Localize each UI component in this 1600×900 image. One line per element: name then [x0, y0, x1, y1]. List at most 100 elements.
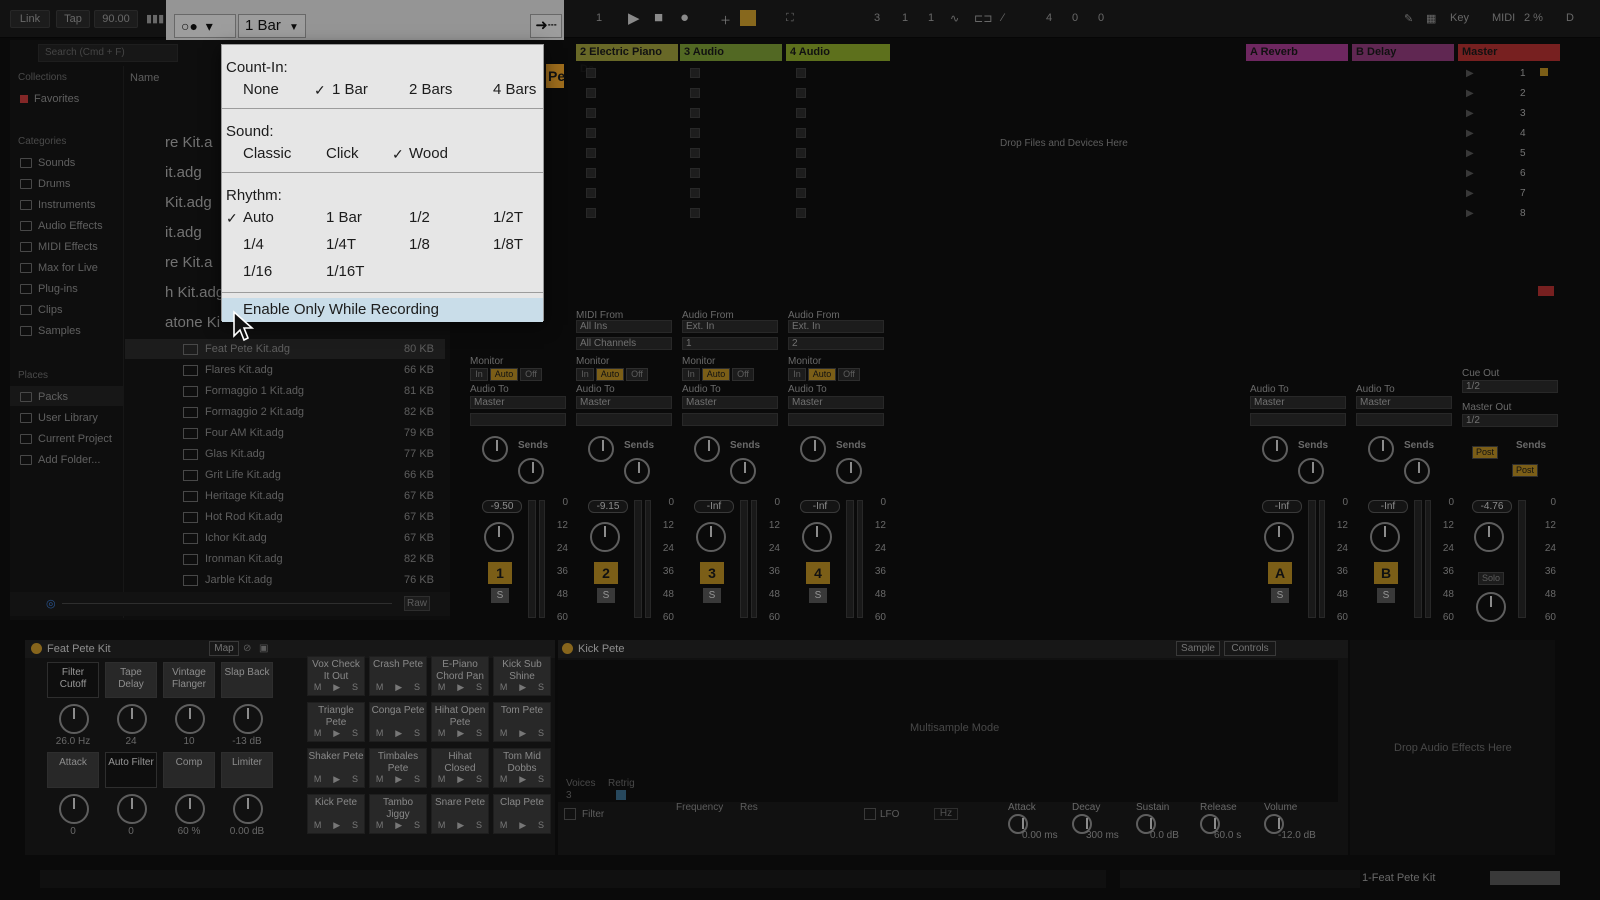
- rack-settings-icon[interactable]: ⊘: [243, 643, 251, 654]
- track-header[interactable]: 3 Audio: [680, 44, 782, 61]
- clip-slot-stop-button[interactable]: [690, 88, 700, 98]
- macro-knob[interactable]: [175, 704, 205, 734]
- file-name-partial[interactable]: h Kit.adg: [165, 284, 224, 301]
- list-item[interactable]: Glas Kit.adg 77 KB: [135, 444, 440, 464]
- list-item[interactable]: Four AM Kit.adg 79 KB: [135, 423, 440, 443]
- lfo-hz-toggle[interactable]: Hz: [934, 808, 958, 820]
- clip-slot-stop-button[interactable]: [796, 168, 806, 178]
- sidebar-item-samples[interactable]: Samples: [20, 322, 81, 340]
- pad-mute-button[interactable]: M: [500, 727, 508, 739]
- pan-knob[interactable]: [1264, 522, 1294, 552]
- tab-controls[interactable]: Controls: [1224, 641, 1276, 656]
- send-a-knob[interactable]: [588, 436, 614, 462]
- routing-channel-select[interactable]: 1: [682, 337, 778, 350]
- rhythm-1-4[interactable]: 1/4: [243, 236, 264, 253]
- clip-slot-stop-button[interactable]: [586, 108, 596, 118]
- pad-mute-button[interactable]: M: [438, 681, 446, 693]
- play-icon[interactable]: ▶: [628, 9, 640, 27]
- record-icon[interactable]: ●: [680, 9, 689, 26]
- pad-solo-button[interactable]: S: [476, 681, 482, 693]
- cue-volume-knob[interactable]: [1476, 592, 1506, 622]
- pad-mute-button[interactable]: M: [376, 819, 384, 831]
- drum-pad[interactable]: E-Piano Chord Pan M ▶ S: [431, 656, 489, 696]
- count-in-1-bar[interactable]: 1 Bar: [332, 81, 368, 98]
- solo-button[interactable]: S: [703, 588, 721, 603]
- macro-knob[interactable]: [233, 704, 263, 734]
- post-button[interactable]: Post: [1472, 446, 1498, 459]
- list-item[interactable]: Formaggio 2 Kit.adg 82 KB: [135, 402, 440, 422]
- file-name-partial[interactable]: it.adg: [165, 164, 202, 181]
- audio-to-select[interactable]: Master: [682, 396, 778, 409]
- stop-icon[interactable]: ■: [654, 9, 663, 26]
- volume-value[interactable]: -Inf: [1262, 500, 1302, 513]
- midi-map-button[interactable]: MIDI: [1492, 12, 1515, 24]
- pad-solo-button[interactable]: S: [414, 773, 420, 785]
- drum-pad[interactable]: Hihat Closed M ▶ S: [431, 748, 489, 788]
- pad-solo-button[interactable]: S: [538, 727, 544, 739]
- raw-button[interactable]: Raw: [404, 596, 430, 611]
- pad-mute-button[interactable]: M: [314, 773, 322, 785]
- list-item[interactable]: Grit Life Kit.adg 66 KB: [135, 465, 440, 485]
- return-track-header[interactable]: A Reverb: [1246, 44, 1348, 61]
- preview-strip[interactable]: ◎ Raw: [10, 592, 450, 616]
- pad-play-icon[interactable]: ▶: [395, 819, 402, 831]
- audio-to-select[interactable]: Master: [576, 396, 672, 409]
- drum-pad[interactable]: Tambo Jiggy M ▶ S: [369, 794, 427, 834]
- scene-row[interactable]: ▶ 7: [1460, 186, 1556, 204]
- pan-knob[interactable]: [484, 522, 514, 552]
- macro-button[interactable]: Comp: [163, 752, 215, 788]
- track-activator-button[interactable]: 2: [594, 562, 618, 584]
- pad-play-icon[interactable]: ▶: [457, 773, 464, 785]
- rhythm-1-2[interactable]: 1/2: [409, 209, 430, 226]
- macro-button[interactable]: Tape Delay: [105, 662, 157, 698]
- list-item[interactable]: Formaggio 1 Kit.adg 81 KB: [135, 381, 440, 401]
- stop-all-clips-button[interactable]: [1538, 286, 1554, 296]
- pad-solo-button[interactable]: S: [538, 681, 544, 693]
- routing-from-select[interactable]: All Ins: [576, 320, 672, 333]
- pan-knob[interactable]: [802, 522, 832, 552]
- volume-fader[interactable]: [1425, 500, 1431, 618]
- volume-fader[interactable]: [857, 500, 863, 618]
- pad-play-icon[interactable]: ▶: [333, 819, 340, 831]
- volume-value[interactable]: -Inf: [800, 500, 840, 513]
- rhythm-1-4t[interactable]: 1/4T: [326, 236, 356, 253]
- pad-solo-button[interactable]: S: [476, 727, 482, 739]
- monitor-auto-button[interactable]: Auto: [490, 368, 518, 381]
- clip-slot-stop-button[interactable]: [586, 88, 596, 98]
- len-beat[interactable]: 0: [1072, 12, 1078, 24]
- count-in-none[interactable]: None: [243, 81, 279, 98]
- clip-slot-stop-button[interactable]: [796, 68, 806, 78]
- pad-mute-button[interactable]: M: [314, 727, 322, 739]
- volume-value[interactable]: -Inf: [694, 500, 734, 513]
- punch-in-icon[interactable]: ∿: [950, 12, 959, 25]
- monitor-off-button[interactable]: Off: [732, 368, 754, 381]
- sidebar-item-packs[interactable]: Packs: [20, 388, 68, 406]
- rhythm-1-2t[interactable]: 1/2T: [493, 209, 523, 226]
- filter-toggle[interactable]: [564, 808, 576, 820]
- volume-fader[interactable]: [751, 500, 757, 618]
- routing-from-select[interactable]: Ext. In: [788, 320, 884, 333]
- loop-toggle-icon[interactable]: ⊏⊐: [974, 12, 992, 25]
- clip-slot-stop-button[interactable]: [690, 188, 700, 198]
- scene-row[interactable]: ▶ 2: [1460, 86, 1556, 104]
- list-item[interactable]: Heritage Kit.adg 67 KB: [135, 486, 440, 506]
- pad-solo-button[interactable]: S: [414, 819, 420, 831]
- solo-button[interactable]: S: [1377, 588, 1395, 603]
- master-out-select[interactable]: 1/2: [1462, 414, 1558, 427]
- pad-mute-button[interactable]: M: [500, 819, 508, 831]
- clip-slot-stop-button[interactable]: [586, 148, 596, 158]
- key-map-button[interactable]: Key: [1450, 12, 1469, 24]
- clip-slot-stop-button[interactable]: [796, 128, 806, 138]
- clip-slot-stop-button[interactable]: [690, 68, 700, 78]
- drum-pad[interactable]: Crash Pete M ▶ S: [369, 656, 427, 696]
- device-name[interactable]: Feat Pete Kit: [47, 643, 111, 655]
- volume-value[interactable]: -9.50: [482, 500, 522, 513]
- count-in-select[interactable]: 1 Bar ▼: [238, 14, 306, 38]
- send-a-knob[interactable]: [1368, 436, 1394, 462]
- overdub-icon[interactable]: ＋: [720, 12, 731, 28]
- send-b-knob[interactable]: [1404, 458, 1430, 484]
- pad-play-icon[interactable]: ▶: [457, 727, 464, 739]
- rhythm-1-8[interactable]: 1/8: [409, 236, 430, 253]
- routing-channel-select[interactable]: All Channels: [576, 337, 672, 350]
- punch-out-icon[interactable]: ∕: [1002, 12, 1004, 24]
